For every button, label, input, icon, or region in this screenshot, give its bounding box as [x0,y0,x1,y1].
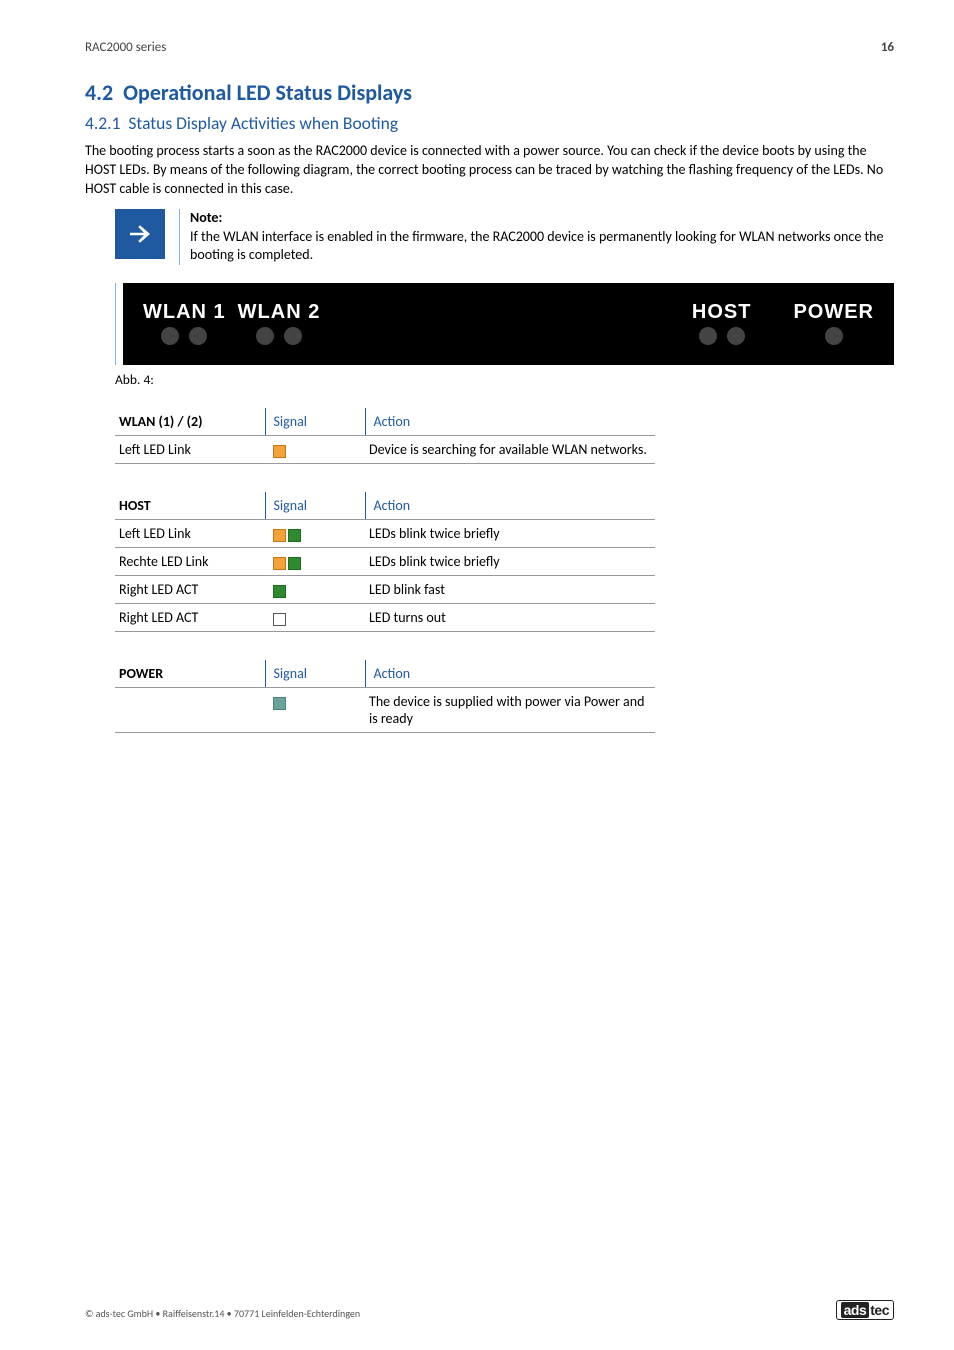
signal-cell [265,436,365,464]
subsection-number: 4.2.1 [85,112,120,134]
host-signal-header: Signal [265,492,365,520]
signal-cell [265,604,365,632]
page-number: 16 [881,40,894,55]
led-dot [284,327,302,345]
led-dot [161,327,179,345]
row-name: Right LED ACT [115,576,265,604]
arrow-right-icon [115,209,165,259]
signal-cell [265,576,365,604]
led-label-host: HOST [692,301,752,324]
subsection-title: Status Display Activities when Booting [128,112,398,134]
led-square-teal-icon [273,697,286,710]
action-cell: LED turns out [365,604,655,632]
led-host: HOST [692,301,752,345]
wlan-table: WLAN (1) / (2) Signal Action Left LED Li… [115,408,655,464]
led-dot [825,327,843,345]
table-row: The device is supplied with power via Po… [115,688,655,733]
row-name: Left LED Link [115,520,265,548]
signal-cell [265,520,365,548]
action-cell: LEDs blink twice briefly [365,548,655,576]
power-action-header: Action [365,660,655,688]
wlan-action-header: Action [365,408,655,436]
figure-caption: Abb. 4: [115,371,894,388]
intro-paragraph: The booting process starts a soon as the… [85,142,894,199]
led-label-wlan1: WLAN 1 [143,301,226,324]
led-label-power: POWER [793,301,874,324]
led-square-empty-icon [273,613,286,626]
signal-cell [265,548,365,576]
led-wlan1: WLAN 1 [143,301,226,345]
led-square-green-icon [288,529,301,542]
adstec-logo: adstec [836,1300,894,1320]
row-name: Left LED Link [115,436,265,464]
table-row: Right LED ACT LED turns out [115,604,655,632]
led-dot [189,327,207,345]
note-text: Note: If the WLAN interface is enabled i… [179,209,894,266]
action-cell: Device is searching for available WLAN n… [365,436,655,464]
note-title: Note: [190,209,894,228]
row-name [115,688,265,733]
section-title: Operational LED Status Displays [123,79,412,106]
action-cell: LED blink fast [365,576,655,604]
led-dot [256,327,274,345]
led-square-green-icon [273,585,286,598]
led-dot [727,327,745,345]
led-label-wlan2: WLAN 2 [238,301,321,324]
host-action-header: Action [365,492,655,520]
action-cell: LEDs blink twice briefly [365,520,655,548]
copyright: © ads-tec GmbH • Raiffeisenstr.14 • 7077… [85,1307,360,1320]
led-strip: WLAN 1 WLAN 2 HOST POWER [123,283,894,365]
logo-ads: ads [841,1302,870,1318]
section-number: 4.2 [85,79,113,106]
table-row: Right LED ACT LED blink fast [115,576,655,604]
tables-block: WLAN (1) / (2) Signal Action Left LED Li… [115,408,894,733]
signal-cell [265,688,365,733]
table-row: Left LED Link LEDs blink twice briefly [115,520,655,548]
action-cell: The device is supplied with power via Po… [365,688,655,733]
led-power: POWER [793,301,874,345]
section-heading: 4.2 Operational LED Status Displays [85,79,894,106]
led-wlan2: WLAN 2 [238,301,321,345]
page-header: RAC2000 series 16 [85,40,894,55]
host-table: HOST Signal Action Left LED Link LEDs bl… [115,492,655,632]
page-footer: © ads-tec GmbH • Raiffeisenstr.14 • 7077… [85,1300,894,1320]
led-dot [699,327,717,345]
led-square-orange-icon [273,529,286,542]
logo-tec: tec [869,1302,889,1318]
note-box: Note: If the WLAN interface is enabled i… [115,209,894,266]
led-square-green-icon [288,557,301,570]
note-body: If the WLAN interface is enabled in the … [190,228,894,266]
power-table: POWER Signal Action The device is suppli… [115,660,655,733]
wlan-signal-header: Signal [265,408,365,436]
power-signal-header: Signal [265,660,365,688]
row-name: Rechte LED Link [115,548,265,576]
host-table-name: HOST [115,492,265,520]
table-row: Rechte LED Link LEDs blink twice briefly [115,548,655,576]
wlan-table-name: WLAN (1) / (2) [115,408,265,436]
led-square-orange-icon [273,557,286,570]
power-table-name: POWER [115,660,265,688]
series-label: RAC2000 series [85,40,166,55]
table-row: Left LED Link Device is searching for av… [115,436,655,464]
subsection-heading: 4.2.1 Status Display Activities when Boo… [85,112,894,134]
row-name: Right LED ACT [115,604,265,632]
led-square-orange-icon [273,445,286,458]
led-strip-wrap: WLAN 1 WLAN 2 HOST POWER [115,283,894,365]
